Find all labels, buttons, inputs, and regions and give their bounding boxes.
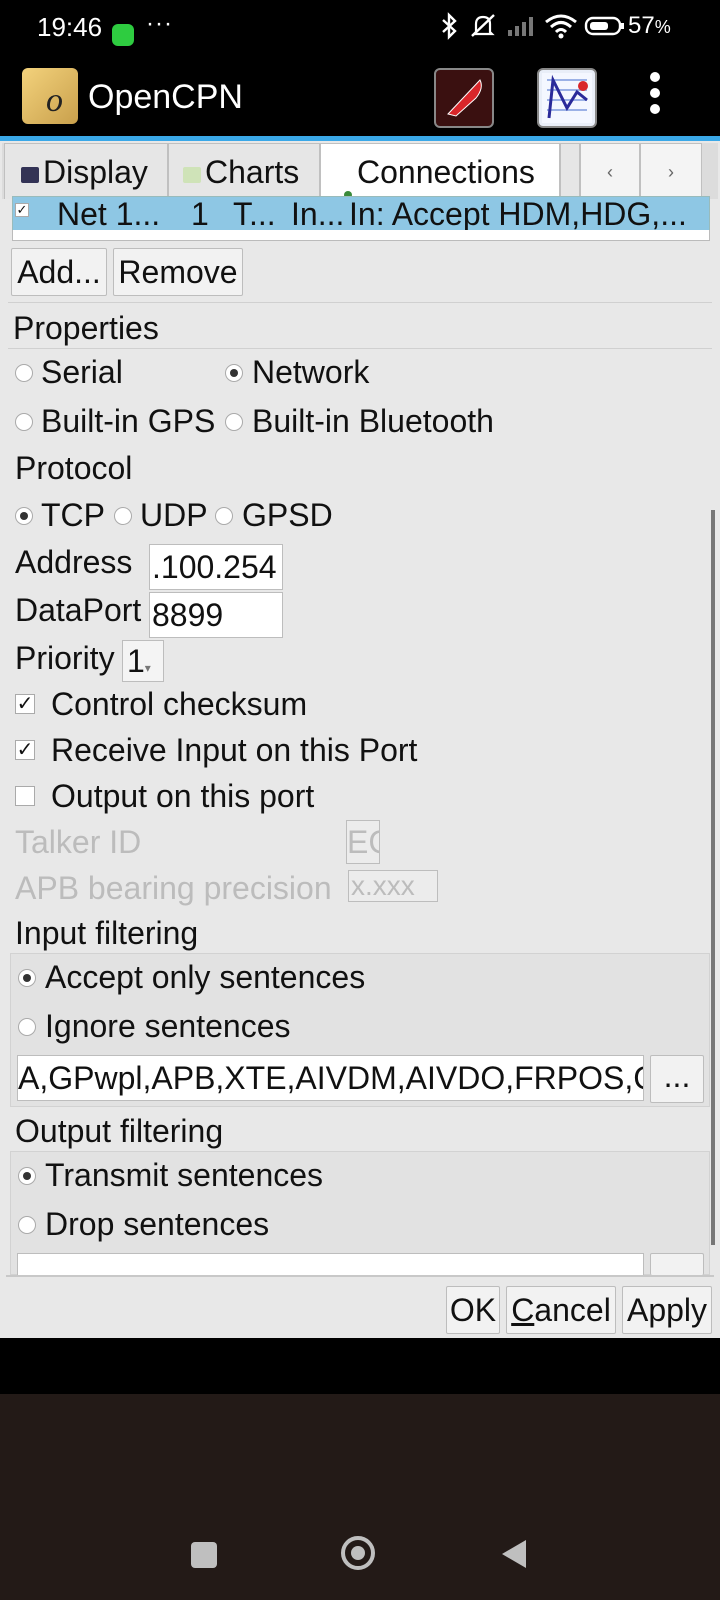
talker-id-input: EC — [346, 820, 380, 864]
vertical-scrollbar[interactable] — [711, 510, 715, 1245]
dataport-label: DataPort — [15, 592, 142, 628]
address-label: Address — [15, 544, 133, 580]
connection-type: T... — [233, 196, 276, 232]
route-toolbar-button[interactable] — [434, 68, 494, 128]
tab-connections[interactable]: Connections — [320, 143, 560, 205]
connection-name: Net 1... — [57, 196, 161, 232]
priority-label: Priority — [15, 640, 115, 676]
udp-radio[interactable] — [114, 507, 132, 525]
control-checksum-checkbox[interactable]: ✓ — [15, 694, 35, 714]
track-graph-icon — [542, 73, 592, 123]
app-title: OpenCPN — [88, 78, 243, 116]
bluetooth-icon — [440, 12, 460, 47]
network-radio[interactable] — [225, 364, 243, 382]
builtin-bluetooth-label[interactable]: Built-in Bluetooth — [252, 403, 494, 440]
builtin-bluetooth-radio[interactable] — [225, 413, 243, 431]
whatsapp-icon — [112, 24, 134, 46]
divider — [8, 348, 712, 349]
accept-sentences-radio[interactable] — [18, 969, 36, 987]
priority-select[interactable]: 1▾ — [122, 640, 164, 682]
accept-sentences-label[interactable]: Accept only sentences — [45, 959, 365, 996]
network-label[interactable]: Network — [252, 354, 369, 391]
options-tabs: Display Charts Connections ‹ › — [2, 143, 718, 205]
status-time: 19:46 — [37, 12, 103, 42]
control-checksum-label[interactable]: Control checksum — [51, 686, 307, 723]
tab-next-button[interactable]: › — [640, 143, 702, 199]
chart-toolbar-button[interactable] — [537, 68, 597, 128]
status-bar: 19:46 ··· 57% — [0, 0, 720, 54]
tab-overflow[interactable] — [560, 143, 580, 199]
remove-connection-button[interactable]: Remove — [113, 248, 243, 296]
edit-output-sentences-button[interactable] — [650, 1253, 704, 1275]
input-filtering-heading: Input filtering — [15, 915, 199, 951]
tcp-radio[interactable] — [15, 507, 33, 525]
connection-enabled-checkbox[interactable]: ✓ — [15, 203, 29, 217]
app-bar: o OpenCPN — [0, 54, 720, 138]
apply-button[interactable]: Apply — [622, 1286, 712, 1334]
tcp-label[interactable]: TCP — [41, 497, 105, 534]
signal-icon — [506, 12, 538, 47]
home-icon[interactable] — [341, 1536, 375, 1570]
talker-id-label: Talker ID — [15, 824, 142, 860]
connection-list — [12, 230, 710, 241]
ok-button[interactable]: OK — [446, 1286, 500, 1334]
tab-charts[interactable]: Charts — [168, 143, 320, 199]
chart-map-icon — [183, 166, 201, 183]
app-logo-icon: o — [22, 68, 78, 124]
monitor-icon — [21, 166, 39, 183]
connection-list-row[interactable]: ✓ Net 1... 1 T... In... In: Accept HDM,H… — [12, 196, 710, 232]
battery-percent: 57% — [628, 12, 671, 39]
serial-radio[interactable] — [15, 364, 33, 382]
builtin-gps-label[interactable]: Built-in GPS — [41, 403, 215, 440]
connection-priority: 1 — [191, 196, 209, 232]
dropdown-arrow-icon: ▾ — [144, 661, 151, 675]
output-port-checkbox[interactable] — [15, 786, 35, 806]
output-port-label[interactable]: Output on this port — [51, 778, 314, 815]
overflow-menu-icon[interactable] — [650, 72, 662, 120]
protocol-heading: Protocol — [15, 450, 133, 486]
apb-precision-select: x.xxx — [348, 870, 438, 902]
receive-input-checkbox[interactable]: ✓ — [15, 740, 35, 760]
connection-direction: In... — [291, 196, 345, 232]
ignore-sentences-radio[interactable] — [18, 1018, 36, 1036]
mute-icon — [468, 12, 498, 47]
boat-icon — [447, 79, 482, 117]
apb-precision-label: APB bearing precision — [15, 870, 332, 906]
serial-label[interactable]: Serial — [41, 354, 123, 391]
battery-icon — [584, 12, 626, 47]
connection-filters: In: Accept HDM,HDG,... — [349, 196, 687, 232]
cancel-button[interactable]: Cancel — [506, 1286, 616, 1334]
input-sentences-field[interactable]: A,GPwpl,APB,XTE,AIVDM,AIVDO,FRPOS,CD — [17, 1055, 644, 1101]
gpsd-radio[interactable] — [215, 507, 233, 525]
bottom-bar — [0, 1338, 720, 1394]
gpsd-label[interactable]: GPSD — [242, 497, 333, 534]
connection-plug-icon — [335, 167, 353, 205]
system-nav-bar — [0, 1394, 720, 1600]
builtin-gps-radio[interactable] — [15, 413, 33, 431]
address-input[interactable]: .100.254 — [149, 544, 283, 590]
add-connection-button[interactable]: Add... — [11, 248, 107, 296]
transmit-sentences-label[interactable]: Transmit sentences — [45, 1157, 323, 1194]
output-filtering-heading: Output filtering — [15, 1113, 224, 1149]
back-icon[interactable] — [500, 1538, 528, 1575]
edit-input-sentences-button[interactable]: ... — [650, 1055, 704, 1103]
recent-apps-icon[interactable] — [191, 1542, 217, 1568]
tab-prev-button[interactable]: ‹ — [580, 143, 640, 199]
divider — [8, 302, 712, 303]
wifi-icon — [544, 12, 578, 47]
scroll-area-bottom-edge — [6, 1275, 714, 1277]
tab-display[interactable]: Display — [4, 143, 168, 199]
ignore-sentences-label[interactable]: Ignore sentences — [45, 1008, 291, 1045]
dataport-input[interactable]: 8899 — [149, 592, 283, 638]
more-notifications-icon: ··· — [146, 10, 173, 37]
output-sentences-field[interactable] — [17, 1253, 644, 1275]
properties-heading: Properties — [13, 310, 159, 346]
receive-input-label[interactable]: Receive Input on this Port — [51, 732, 417, 769]
udp-label[interactable]: UDP — [140, 497, 208, 534]
transmit-sentences-radio[interactable] — [18, 1167, 36, 1185]
drop-sentences-label[interactable]: Drop sentences — [45, 1206, 269, 1243]
drop-sentences-radio[interactable] — [18, 1216, 36, 1234]
